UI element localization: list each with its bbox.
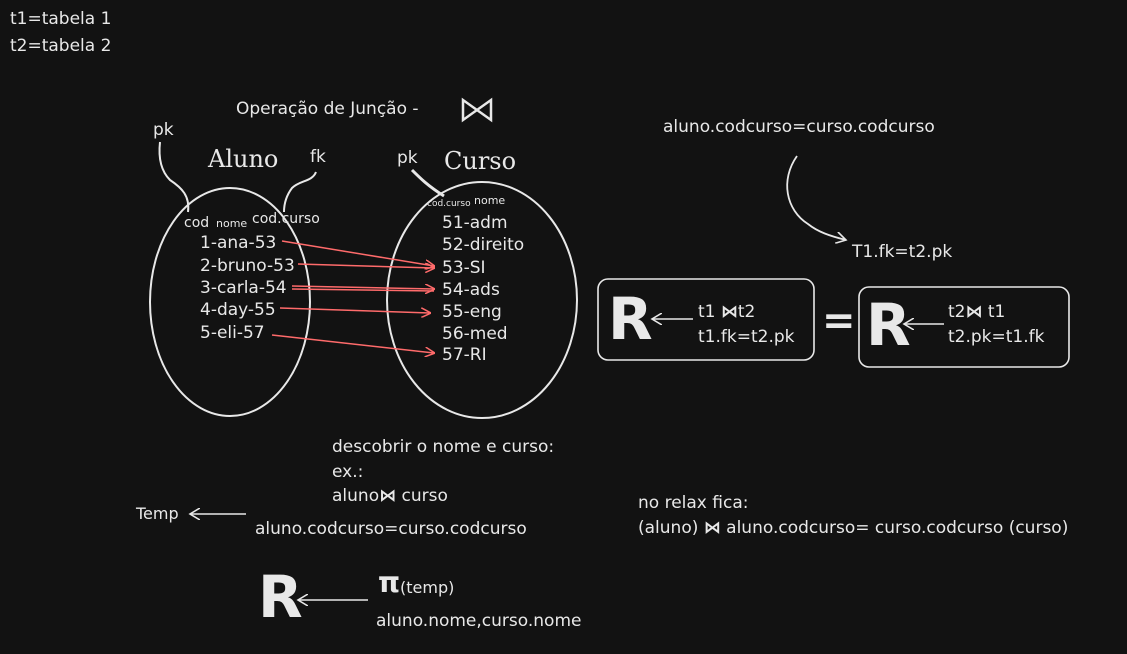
formula-left-line2: t1.fk=t2.pk bbox=[698, 327, 795, 347]
aluno-col-nome: nome bbox=[216, 217, 248, 230]
curso-col-nome: nome bbox=[474, 194, 506, 207]
curso-row: 54-ads bbox=[442, 280, 500, 300]
formula-left-line1: t1 ⋈t2 bbox=[698, 302, 756, 322]
diagram-heading: Operação de Junção - bbox=[236, 99, 419, 119]
join-symbol: ⋈ bbox=[379, 486, 397, 506]
aluno-row: 3-carla-54 bbox=[200, 278, 287, 298]
curso-row: 57-RI bbox=[442, 345, 487, 365]
join-symbol: ⋈ bbox=[703, 518, 721, 538]
curso-title: Curso bbox=[444, 147, 517, 175]
curso-col-codcurso: cod.curso bbox=[427, 199, 471, 209]
curved-arrow bbox=[786, 155, 846, 240]
join-symbol: ⋈ bbox=[965, 302, 983, 322]
aluno-pk-pointer bbox=[158, 141, 190, 213]
aluno-fk-label: fk bbox=[310, 147, 326, 167]
fk-pk-note: T1.fk=t2.pk bbox=[852, 242, 953, 262]
aluno-fk-pointer bbox=[283, 171, 317, 213]
projection-attrs: aluno.nome,curso.nome bbox=[376, 611, 582, 631]
legend-t2: t2=tabela 2 bbox=[10, 36, 112, 56]
join-arrow bbox=[297, 264, 434, 268]
formula-right-line1: t2⋈ t1 bbox=[948, 302, 1006, 322]
curso-row: 52-direito bbox=[442, 235, 525, 255]
projection-pi: π bbox=[378, 566, 401, 599]
equals-sign: = bbox=[822, 298, 856, 344]
aluno-row: 4-day-55 bbox=[200, 300, 276, 320]
aluno-col-codcurso: cod.curso bbox=[252, 211, 320, 227]
join-arrow bbox=[279, 307, 430, 313]
relax-line2: (aluno) ⋈ aluno.codcurso= curso.codcurso… bbox=[638, 518, 1069, 538]
example-line2: ex.: bbox=[332, 462, 364, 482]
legend-t1: t1=tabela 1 bbox=[10, 9, 112, 29]
curso-row: 53-SI bbox=[442, 258, 486, 278]
curso-row: 56-med bbox=[442, 324, 508, 344]
join-arrow bbox=[271, 334, 434, 353]
example-line3: aluno⋈ curso bbox=[332, 486, 448, 506]
join-condition-note: aluno.codcurso=curso.codcurso bbox=[663, 117, 935, 137]
aluno-row: 2-bruno-53 bbox=[200, 256, 295, 276]
formula-right-line2: t2.pk=t1.fk bbox=[948, 327, 1045, 347]
curso-pk-pointer bbox=[410, 168, 445, 198]
aluno-row: 1-ana-53 bbox=[200, 233, 277, 253]
formula-right-r: R bbox=[866, 291, 911, 359]
heading-join-icon bbox=[461, 97, 493, 123]
formula-left-r: R bbox=[608, 285, 653, 353]
aluno-title: Aluno bbox=[208, 145, 279, 173]
curso-pk-label: pk bbox=[397, 148, 418, 168]
join-symbol: ⋈ bbox=[720, 302, 738, 322]
relax-line1: no relax fica: bbox=[638, 493, 749, 513]
temp-label: Temp bbox=[136, 504, 179, 523]
aluno-pk-label: pk bbox=[153, 120, 174, 140]
projection-arg: (temp) bbox=[400, 578, 455, 597]
curso-row: 51-adm bbox=[442, 213, 508, 233]
temp-condition: aluno.codcurso=curso.codcurso bbox=[255, 519, 527, 539]
projection-r: R bbox=[258, 563, 303, 631]
aluno-row: 5-eli-57 bbox=[200, 323, 265, 343]
aluno-col-cod: cod bbox=[184, 215, 210, 231]
curso-row: 55-eng bbox=[442, 302, 502, 322]
example-line1: descobrir o nome e curso: bbox=[332, 437, 555, 457]
